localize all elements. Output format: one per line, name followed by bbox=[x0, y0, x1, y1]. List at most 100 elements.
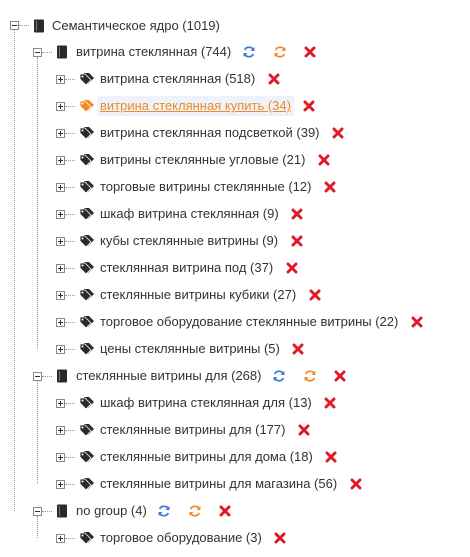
tree-connector bbox=[65, 538, 75, 539]
tree-connector bbox=[37, 516, 38, 538]
tree-connector bbox=[65, 187, 75, 188]
tags-icon bbox=[79, 397, 94, 410]
item-toggle[interactable] bbox=[56, 453, 65, 462]
delete-icon[interactable] bbox=[350, 478, 362, 490]
delete-icon[interactable] bbox=[304, 46, 316, 58]
tree-connector bbox=[65, 106, 75, 107]
item-toggle[interactable] bbox=[56, 102, 65, 111]
delete-icon[interactable] bbox=[286, 262, 298, 274]
tree-connector bbox=[19, 25, 29, 26]
item-toggle[interactable] bbox=[56, 156, 65, 165]
root-toggle[interactable] bbox=[10, 21, 19, 30]
sync-icon[interactable] bbox=[303, 369, 317, 383]
delete-icon[interactable] bbox=[298, 424, 310, 436]
tree-connector bbox=[65, 160, 75, 161]
keyword-item-label[interactable]: кубы стеклянные витрины (9) bbox=[100, 231, 278, 251]
delete-icon[interactable] bbox=[291, 208, 303, 220]
tags-icon bbox=[79, 289, 94, 302]
delete-icon[interactable] bbox=[324, 181, 336, 193]
book-icon bbox=[34, 19, 44, 33]
keyword-item-label[interactable]: торговое оборудование (3) bbox=[100, 528, 262, 548]
item-toggle[interactable] bbox=[56, 129, 65, 138]
sync-icon[interactable] bbox=[188, 504, 202, 518]
delete-icon[interactable] bbox=[274, 532, 286, 544]
tags-icon bbox=[79, 208, 94, 221]
delete-icon[interactable] bbox=[324, 397, 336, 409]
tags-icon bbox=[79, 343, 94, 356]
keyword-item-label[interactable]: витрина стеклянная купить (34) bbox=[97, 96, 294, 116]
keyword-item-label[interactable]: шкаф витрина стеклянная для (13) bbox=[100, 393, 312, 413]
keyword-item-label[interactable]: стеклянные витрины для магазина (56) bbox=[100, 474, 337, 494]
tree-connector bbox=[37, 381, 38, 484]
group-toggle[interactable] bbox=[33, 372, 42, 381]
delete-icon[interactable] bbox=[325, 451, 337, 463]
keyword-item-label[interactable]: витрина стеклянная подсветкой (39) bbox=[100, 123, 320, 143]
keyword-item-label[interactable]: стеклянные витрины кубики (27) bbox=[100, 285, 296, 305]
tags-icon bbox=[79, 73, 94, 86]
delete-icon[interactable] bbox=[318, 154, 330, 166]
tree-connector bbox=[65, 241, 75, 242]
item-toggle[interactable] bbox=[56, 210, 65, 219]
keyword-item-label[interactable]: торговое оборудование стеклянные витрины… bbox=[100, 312, 398, 332]
item-toggle[interactable] bbox=[56, 534, 65, 543]
item-toggle[interactable] bbox=[56, 237, 65, 246]
item-toggle[interactable] bbox=[56, 345, 65, 354]
tags-icon bbox=[79, 181, 94, 194]
tags-icon bbox=[79, 262, 94, 275]
book-icon bbox=[57, 504, 67, 518]
keyword-item-label[interactable]: витрины стеклянные угловые (21) bbox=[100, 150, 305, 170]
delete-icon[interactable] bbox=[309, 289, 321, 301]
delete-icon[interactable] bbox=[411, 316, 423, 328]
group-label[interactable]: витрина стеклянная (744) bbox=[76, 42, 231, 62]
root-label[interactable]: Семантическое ядро (1019) bbox=[52, 16, 220, 36]
tree-connector bbox=[65, 214, 75, 215]
keyword-item-label[interactable]: стеклянные витрины для дома (18) bbox=[100, 447, 313, 467]
item-toggle[interactable] bbox=[56, 75, 65, 84]
tags-icon bbox=[79, 532, 94, 545]
delete-icon[interactable] bbox=[334, 370, 346, 382]
book-icon bbox=[57, 45, 67, 59]
tags-icon bbox=[79, 235, 94, 248]
keyword-item-label[interactable]: торговые витрины стеклянные (12) bbox=[100, 177, 311, 197]
delete-icon[interactable] bbox=[219, 505, 231, 517]
delete-icon[interactable] bbox=[332, 127, 344, 139]
tree-connector bbox=[65, 349, 75, 350]
tree-connector bbox=[65, 295, 75, 296]
item-toggle[interactable] bbox=[56, 318, 65, 327]
tree-connector bbox=[65, 79, 75, 80]
tree-connector bbox=[65, 403, 75, 404]
delete-icon[interactable] bbox=[303, 100, 315, 112]
item-toggle[interactable] bbox=[56, 480, 65, 489]
refresh-icon[interactable] bbox=[242, 45, 256, 59]
sync-icon[interactable] bbox=[273, 45, 287, 59]
tree-connector bbox=[65, 268, 75, 269]
refresh-icon[interactable] bbox=[272, 369, 286, 383]
keyword-item-label[interactable]: стеклянная витрина под (37) bbox=[100, 258, 273, 278]
group-label[interactable]: стеклянные витрины для (268) bbox=[76, 366, 261, 386]
tags-icon bbox=[79, 451, 94, 464]
tree-connector bbox=[42, 511, 52, 512]
item-toggle[interactable] bbox=[56, 399, 65, 408]
item-toggle[interactable] bbox=[56, 264, 65, 273]
tags-icon bbox=[79, 154, 94, 167]
item-toggle[interactable] bbox=[56, 183, 65, 192]
tree-connector bbox=[42, 52, 52, 53]
keyword-item-label[interactable]: шкаф витрина стеклянная (9) bbox=[100, 204, 279, 224]
keyword-item-label[interactable]: витрина стеклянная (518) bbox=[100, 69, 255, 89]
delete-icon[interactable] bbox=[292, 343, 304, 355]
tree-connector bbox=[65, 322, 75, 323]
keyword-item-label[interactable]: цены стеклянные витрины (5) bbox=[100, 339, 280, 359]
keyword-item-label[interactable]: стеклянные витрины для (177) bbox=[100, 420, 285, 440]
delete-icon[interactable] bbox=[268, 73, 280, 85]
book-icon bbox=[57, 369, 67, 383]
tags-icon bbox=[79, 100, 94, 113]
group-toggle[interactable] bbox=[33, 48, 42, 57]
delete-icon[interactable] bbox=[291, 235, 303, 247]
refresh-icon[interactable] bbox=[157, 504, 171, 518]
tree-connector bbox=[42, 376, 52, 377]
group-label[interactable]: no group (4) bbox=[76, 501, 147, 521]
item-toggle[interactable] bbox=[56, 291, 65, 300]
item-toggle[interactable] bbox=[56, 426, 65, 435]
group-toggle[interactable] bbox=[33, 507, 42, 516]
tags-icon bbox=[79, 424, 94, 437]
